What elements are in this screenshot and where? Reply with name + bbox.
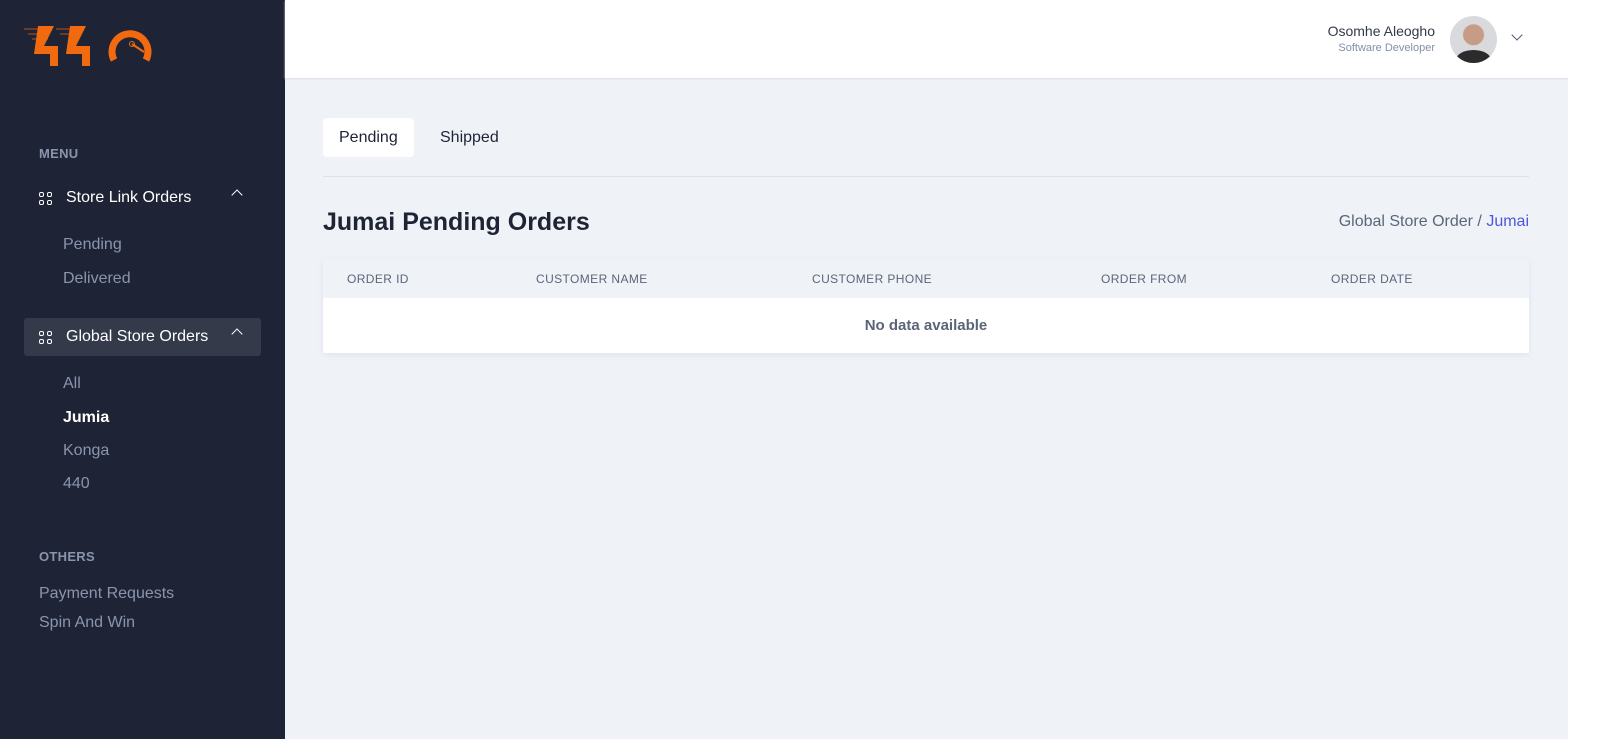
breadcrumb-item[interactable]: Global Store Order	[1339, 213, 1473, 230]
empty-state: No data available	[864, 317, 988, 334]
column-header[interactable]: ORDER FROM	[1101, 272, 1187, 286]
grid-icon	[39, 191, 52, 205]
sidebar-group-global-store-orders[interactable]: Global Store Orders	[24, 318, 261, 356]
scrollbar[interactable]	[1568, 0, 1600, 739]
menu-section-label: MENU	[39, 146, 79, 161]
chevron-up-icon[interactable]	[231, 328, 243, 340]
sidebar-item-konga[interactable]: Konga	[63, 442, 109, 460]
sidebar-item-payment-requests[interactable]: Payment Requests	[39, 585, 174, 603]
tab-pending[interactable]: Pending	[323, 118, 414, 157]
tab-shipped[interactable]: Shipped	[424, 118, 515, 157]
sidebar: MENU Store Link Orders Pending Delivered…	[0, 0, 285, 739]
orders-table: ORDER ID CUSTOMER NAME CUSTOMER PHONE OR…	[323, 259, 1529, 353]
grid-icon	[39, 330, 52, 344]
breadcrumb: Global Store Order / Jumai	[1338, 213, 1529, 230]
user-role: Software Developer	[1338, 42, 1435, 54]
user-name: Osomhe Aleogho	[1327, 23, 1435, 39]
avatar[interactable]	[1450, 16, 1497, 63]
sidebar-item-spin-and-win[interactable]: Spin And Win	[39, 614, 135, 632]
table-header: ORDER ID CUSTOMER NAME CUSTOMER PHONE OR…	[323, 259, 1529, 298]
column-header[interactable]: ORDER ID	[347, 272, 409, 286]
sidebar-group-label: Global Store Orders	[66, 328, 209, 345]
sidebar-item-pending[interactable]: Pending	[63, 236, 122, 254]
sidebar-item-jumia[interactable]: Jumia	[63, 409, 109, 427]
sidebar-group-store-link-orders[interactable]: Store Link Orders	[24, 179, 261, 217]
page-title: Jumai Pending Orders	[323, 208, 590, 236]
divider	[323, 176, 1529, 177]
sidebar-group-label: Store Link Orders	[66, 189, 192, 206]
sidebar-item-delivered[interactable]: Delivered	[63, 270, 131, 288]
column-header[interactable]: CUSTOMER PHONE	[812, 272, 932, 286]
sidebar-item-all[interactable]: All	[63, 375, 81, 393]
breadcrumb-current[interactable]: Jumai	[1486, 213, 1529, 230]
column-header[interactable]: ORDER DATE	[1331, 272, 1413, 286]
logo-440[interactable]	[24, 24, 154, 69]
others-section-label: OTHERS	[39, 549, 95, 564]
sidebar-item-440[interactable]: 440	[63, 475, 90, 493]
column-header[interactable]: CUSTOMER NAME	[536, 272, 648, 286]
chevron-up-icon[interactable]	[231, 189, 243, 201]
top-header	[285, 0, 1568, 78]
